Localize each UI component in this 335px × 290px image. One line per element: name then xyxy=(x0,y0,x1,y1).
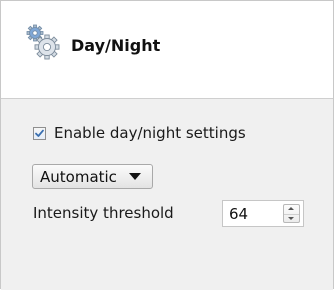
enable-day-night-checkbox[interactable] xyxy=(33,126,46,140)
intensity-threshold-label: Intensity threshold xyxy=(33,204,174,222)
intensity-threshold-value[interactable]: 64 xyxy=(229,205,248,223)
panel-title: Day/Night xyxy=(71,36,161,55)
intensity-threshold-spinbox[interactable]: 64 xyxy=(222,200,304,227)
panel-header: Day/Night xyxy=(1,1,333,99)
checkmark-icon xyxy=(35,129,44,137)
day-night-panel: Day/Night Enable day/night settings Auto… xyxy=(0,0,334,290)
enable-day-night-label[interactable]: Enable day/night settings xyxy=(54,124,246,142)
gears-icon xyxy=(24,23,62,61)
mode-select-value: Automatic xyxy=(40,167,117,186)
spin-up-button[interactable] xyxy=(284,205,299,213)
mode-select[interactable]: Automatic xyxy=(32,164,153,189)
chevron-down-icon xyxy=(129,173,141,180)
spin-down-button[interactable] xyxy=(284,214,299,223)
enable-day-night-row[interactable]: Enable day/night settings xyxy=(33,123,246,143)
spin-buttons xyxy=(283,204,300,223)
